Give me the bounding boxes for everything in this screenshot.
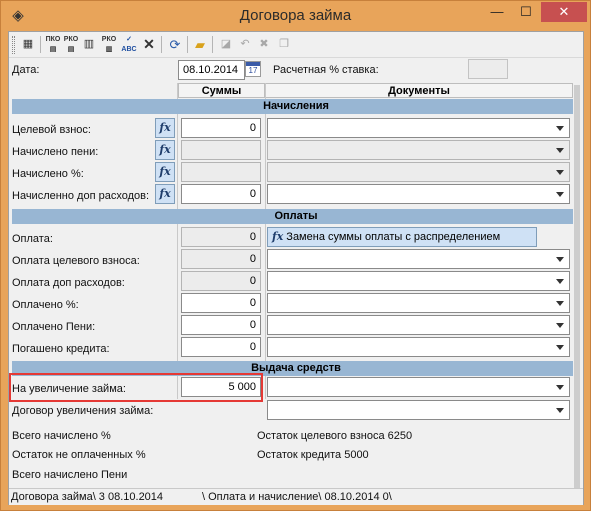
replace-payment-distribution-button[interactable]: fx Замена суммы оплаты с распределением <box>267 227 537 247</box>
toolbar-separator <box>187 36 188 53</box>
scrollbar-thumb[interactable] <box>574 85 580 489</box>
accrued-percent-label: Начислено %: <box>12 168 84 180</box>
paid-percent-doc-combo[interactable] <box>267 293 570 313</box>
paid-penalty-field[interactable]: 0 <box>181 315 261 335</box>
grid-divider <box>265 83 266 399</box>
form-client-area: ▦ ПКО ▤ РКО ▤ ▥ РКО ▥ ✓ ABC ✕ ⟳ ▰ ◪ ↶ ✖ ❐ Да… <box>8 31 584 505</box>
chevron-down-icon <box>556 170 564 175</box>
toolbar-separator <box>161 36 162 53</box>
grid-divider <box>177 83 178 399</box>
close-button[interactable]: ✕ <box>541 2 587 22</box>
target-fee-doc-combo[interactable] <box>267 118 570 138</box>
toolbar-separator <box>212 36 213 53</box>
chevron-down-icon <box>556 126 564 131</box>
toolbar-grip[interactable] <box>12 36 15 54</box>
payment-label: Оплата: <box>12 233 53 245</box>
highlight-frame <box>9 373 263 402</box>
chevron-down-icon <box>556 408 564 413</box>
maximize-button[interactable]: ☐ <box>512 2 540 22</box>
chevron-down-icon <box>556 385 564 390</box>
section-header-accruals: Начисления <box>12 99 580 114</box>
target-fee-field[interactable]: 0 <box>181 118 261 138</box>
payment-field[interactable]: 0 <box>181 227 261 247</box>
delete-icon[interactable]: ✕ <box>140 35 158 54</box>
record-rko-icon[interactable]: РКО ▤ <box>62 35 80 54</box>
rate-label: Расчетная % ставка: <box>273 64 379 76</box>
open-folder-icon[interactable]: ▰ <box>191 35 209 54</box>
status-breadcrumb-left: Договора займа\ 3 08.10.2014 <box>11 491 164 503</box>
credit-repaid-field[interactable]: 0 <box>181 337 261 357</box>
credit-repaid-label: Погашено кредита: <box>12 343 110 355</box>
paid-percent-label: Оплачено %: <box>12 299 79 311</box>
fx-icon: fx <box>272 230 284 243</box>
undo-icon[interactable]: ↶ <box>236 35 254 54</box>
chevron-down-icon <box>556 192 564 197</box>
pko-doc-icon[interactable]: ▥ <box>80 35 98 54</box>
loan-contract-window: ◈ Договора займа — ☐ ✕ ▦ ПКО ▤ РКО ▤ ▥ РКО… <box>0 0 591 511</box>
chevron-down-icon <box>556 345 564 350</box>
chevron-down-icon <box>556 257 564 262</box>
calendar-icon[interactable]: 17 <box>245 61 261 77</box>
total-accrued-percent: Всего начислено % <box>12 430 111 442</box>
target-fee-payment-label: Оплата целевого взноса: <box>12 255 140 267</box>
replace-payment-label: Замена суммы оплаты с распределением <box>286 231 501 243</box>
chevron-down-icon <box>556 148 564 153</box>
status-breadcrumb-right: \ Оплата и начисление\ 08.10.2014 0\ <box>202 491 392 503</box>
accrued-extra-costs-field[interactable]: 0 <box>181 184 261 204</box>
minimize-button[interactable]: — <box>483 2 511 22</box>
target-fee-payment-field[interactable]: 0 <box>181 249 261 269</box>
fx-icon[interactable]: fx <box>155 118 175 138</box>
date-label: Дата: <box>12 64 40 76</box>
fx-icon[interactable]: fx <box>155 184 175 204</box>
credit-repaid-doc-combo[interactable] <box>267 337 570 357</box>
spellcheck-icon[interactable]: ✓ ABC <box>120 35 138 54</box>
record-pko-icon[interactable]: ПКО ▤ <box>44 35 62 54</box>
extra-costs-payment-field[interactable]: 0 <box>181 271 261 291</box>
fx-icon[interactable]: fx <box>155 140 175 160</box>
copy-icon[interactable]: ❐ <box>275 35 293 54</box>
print-icon[interactable]: ▦ <box>19 35 37 54</box>
total-accrued-penalty: Всего начислено Пени <box>12 469 128 481</box>
paid-percent-field[interactable]: 0 <box>181 293 261 313</box>
fx-icon[interactable]: fx <box>155 162 175 182</box>
chevron-down-icon <box>556 279 564 284</box>
target-fee-label: Целевой взнос: <box>12 124 91 136</box>
cancel-icon[interactable]: ✖ <box>255 35 273 54</box>
date-field[interactable]: 08.10.2014 <box>178 60 245 80</box>
accrued-percent-field[interactable] <box>181 162 261 182</box>
eraser-icon[interactable]: ◪ <box>217 35 235 54</box>
rate-field[interactable] <box>468 59 508 79</box>
extra-costs-payment-doc-combo[interactable] <box>267 271 570 291</box>
target-fee-payment-doc-combo[interactable] <box>267 249 570 269</box>
status-bar: Договора займа\ 3 08.10.2014 \ Оплата и … <box>9 488 583 505</box>
unpaid-percent-balance: Остаток не оплаченных % <box>12 449 146 461</box>
accrued-penalty-label: Начислено пени: <box>12 146 99 158</box>
accrued-penalty-doc-combo[interactable] <box>267 140 570 160</box>
chevron-down-icon <box>556 301 564 306</box>
accrued-penalty-field[interactable] <box>181 140 261 160</box>
increase-contract-label: Договор увеличения займа: <box>12 405 154 417</box>
extra-costs-payment-label: Оплата доп расходов: <box>12 277 125 289</box>
toolbar-separator <box>40 36 41 53</box>
paid-penalty-label: Оплачено Пени: <box>12 321 96 333</box>
chevron-down-icon <box>556 323 564 328</box>
target-fee-balance: Остаток целевого взноса 6250 <box>257 430 413 442</box>
loan-increase-doc-combo[interactable] <box>267 377 570 397</box>
accrued-extra-costs-label: Начисленно доп расходов: <box>12 190 150 202</box>
paid-penalty-doc-combo[interactable] <box>267 315 570 335</box>
title-bar[interactable]: ◈ Договора займа — ☐ ✕ <box>1 1 590 31</box>
accrued-extra-costs-doc-combo[interactable] <box>267 184 570 204</box>
rko-doc-icon[interactable]: РКО ▥ <box>100 35 118 54</box>
vertical-scrollbar[interactable] <box>573 83 581 497</box>
credit-balance: Остаток кредита 5000 <box>257 449 369 461</box>
toolbar: ▦ ПКО ▤ РКО ▤ ▥ РКО ▥ ✓ ABC ✕ ⟳ ▰ ◪ ↶ ✖ ❐ <box>9 32 583 58</box>
section-header-payments: Оплаты <box>12 209 580 224</box>
column-header-sums: Суммы <box>178 83 265 98</box>
increase-contract-combo[interactable] <box>267 400 570 420</box>
refresh-icon[interactable]: ⟳ <box>166 35 184 54</box>
column-header-docs: Документы <box>265 83 573 98</box>
accrued-percent-doc-combo[interactable] <box>267 162 570 182</box>
